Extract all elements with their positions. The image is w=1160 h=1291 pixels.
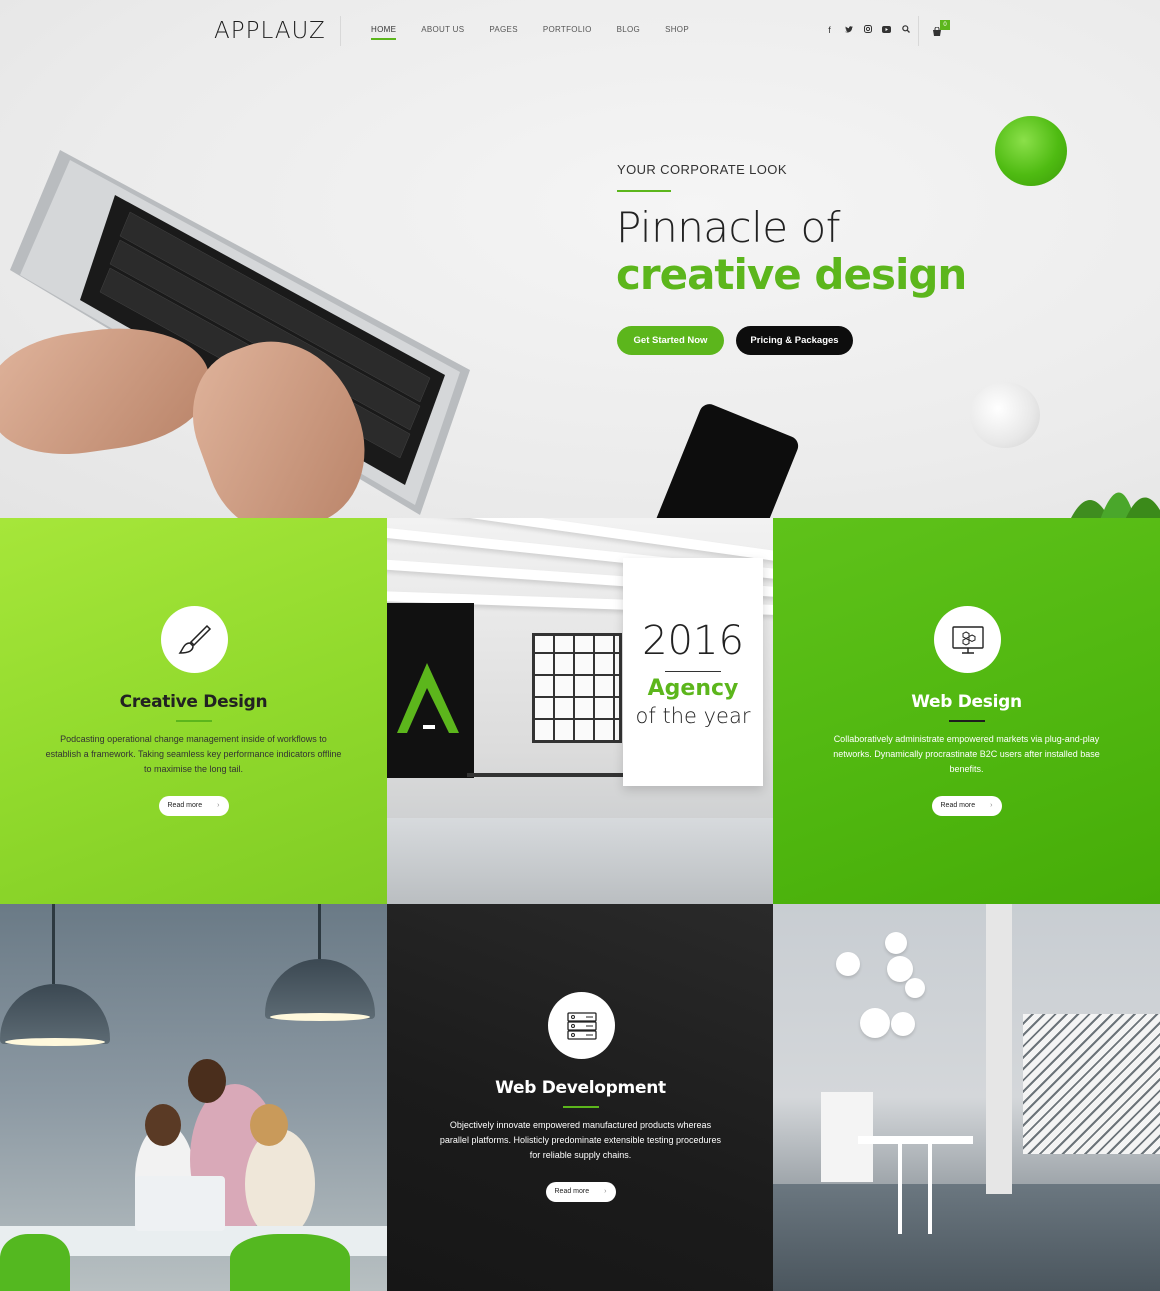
pendant-bulb [860, 1008, 890, 1038]
header-divider [340, 16, 341, 46]
agency-office-image: 2016 Agency of the year [387, 518, 774, 905]
tile-description: Objectively innovate empowered manufactu… [439, 1120, 722, 1160]
icon-circle [160, 606, 228, 673]
get-started-button[interactable]: Get Started Now [617, 326, 724, 355]
lime-image [995, 116, 1067, 186]
nav-portfolio[interactable]: PORTFOLIO [543, 25, 592, 41]
chevron-right-icon: › [990, 802, 993, 809]
office-window [532, 633, 622, 743]
tile-title: Web Design [911, 692, 1022, 712]
hero-section: APPLAUZ HOME ABOUT US PAGES PORTFOLIO BL… [0, 0, 1160, 518]
pillar [986, 904, 1012, 1194]
pricing-button[interactable]: Pricing & Packages [736, 326, 853, 355]
nav-pages[interactable]: PAGES [489, 25, 517, 41]
read-more-label: Read more [940, 802, 976, 809]
icon-circle [547, 992, 615, 1059]
header-divider [918, 16, 919, 46]
cart-count-badge: 0 [940, 20, 950, 30]
phone-image [643, 401, 802, 518]
pendant-lamp [0, 984, 110, 1044]
tile-title: Web Development [495, 1078, 666, 1098]
award-agency: Agency [647, 676, 739, 701]
loft-floor [773, 1184, 1160, 1291]
person-head [250, 1104, 288, 1146]
agency-award-sign: 2016 Agency of the year [623, 558, 763, 786]
read-more-button[interactable]: Read more › [158, 796, 229, 816]
white-table [858, 1136, 973, 1144]
person-head [188, 1059, 226, 1103]
paintbrush-icon [178, 624, 211, 654]
lamp-glow [270, 1013, 370, 1021]
pendant-bulb [885, 932, 907, 954]
twitter-icon[interactable] [839, 23, 858, 37]
a-logo-icon [397, 663, 459, 733]
web-development-tile: Web Development Objectively innovate emp… [387, 904, 774, 1291]
read-more-button[interactable]: Read more › [931, 796, 1002, 816]
nav-home[interactable]: HOME [371, 25, 397, 41]
chair [0, 1234, 70, 1291]
award-year: 2016 [642, 618, 744, 664]
instagram-icon[interactable] [858, 23, 877, 37]
team-photo [0, 904, 387, 1291]
logo-board [387, 603, 474, 778]
facebook-icon[interactable]: f [820, 23, 839, 37]
search-icon[interactable] [896, 23, 915, 37]
chevron-right-icon: › [604, 1188, 607, 1195]
site-header: APPLAUZ HOME ABOUT US PAGES PORTFOLIO BL… [0, 0, 1160, 60]
loft-interior-photo [773, 904, 1160, 1291]
pendant-bulb [891, 1012, 915, 1036]
site-logo[interactable]: APPLAUZ [214, 18, 326, 44]
tile-underline [562, 1106, 599, 1108]
lamp-cord [318, 904, 321, 959]
read-more-label: Read more [554, 1188, 590, 1195]
youtube-icon[interactable] [877, 23, 896, 37]
award-divider [665, 671, 721, 672]
chevron-right-icon: › [217, 802, 220, 809]
laptop-image [135, 1176, 225, 1231]
icon-circle [933, 606, 1001, 673]
hero-title-highlight: creative design [616, 250, 967, 299]
staircase [1023, 1014, 1160, 1154]
pendant-bulb [905, 978, 925, 998]
tile-description: Collaboratively administrate empowered m… [833, 734, 1100, 774]
person-image [245, 1129, 315, 1239]
read-more-button[interactable]: Read more › [545, 1182, 616, 1202]
pendant-bulb [836, 952, 860, 976]
nav-blog[interactable]: BLOG [617, 25, 640, 41]
tile-underline [175, 720, 212, 722]
tile-title: Creative Design [119, 692, 268, 712]
table-leg [898, 1144, 902, 1234]
seashell-image [970, 382, 1040, 448]
nav-shop[interactable]: SHOP [665, 25, 689, 41]
pendant-lamp [265, 959, 375, 1019]
monitor-icon [951, 626, 984, 654]
creative-design-tile: Creative Design Podcasting operational c… [0, 518, 387, 905]
lamp-glow [5, 1038, 105, 1046]
server-icon [566, 1012, 597, 1040]
nav-about-us[interactable]: ABOUT US [421, 25, 464, 41]
lamp-cord [52, 904, 55, 984]
tile-underline [948, 720, 985, 722]
web-design-tile: Web Design Collaboratively administrate … [773, 518, 1160, 905]
hero-underline [617, 190, 671, 192]
office-floor [387, 818, 774, 905]
tile-description: Podcasting operational change management… [45, 734, 342, 774]
table-leg [928, 1144, 932, 1234]
pendant-bulb [887, 956, 913, 982]
chair [230, 1234, 350, 1291]
main-nav: HOME ABOUT US PAGES PORTFOLIO BLOG SHOP [371, 25, 714, 41]
plant-image [1071, 492, 1160, 518]
person-head [145, 1104, 181, 1146]
hero-eyebrow: YOUR CORPORATE LOOK [617, 162, 787, 177]
read-more-label: Read more [167, 802, 203, 809]
award-of-year: of the year [635, 704, 751, 728]
hero-title: Pinnacle of [616, 203, 840, 252]
social-links: f [820, 23, 915, 37]
